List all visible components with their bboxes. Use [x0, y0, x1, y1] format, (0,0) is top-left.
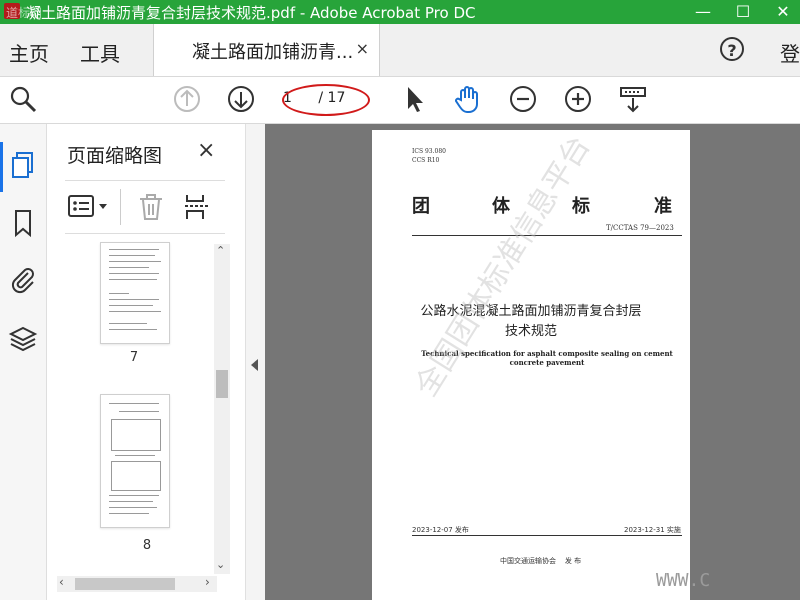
- search-zoom-icon[interactable]: [8, 84, 38, 114]
- document-title-line2: 技术规范: [504, 324, 557, 339]
- prev-page-icon[interactable]: [172, 84, 202, 114]
- main-toolbar: [0, 77, 800, 124]
- tools-menu[interactable]: 工具: [80, 38, 120, 67]
- zoom-in-icon[interactable]: [563, 84, 593, 114]
- close-tab-icon[interactable]: ×: [356, 39, 369, 58]
- heading-char-4: 准: [654, 196, 672, 217]
- extract-page-icon[interactable]: [183, 193, 211, 221]
- document-tab[interactable]: 凝土路面加铺沥青... ×: [153, 24, 380, 76]
- window-title: 凝土路面加铺沥青复合封层技术规范.pdf - Adobe Acrobat Pro…: [26, 4, 476, 22]
- scroll-down-arrow-icon[interactable]: ⌄: [216, 558, 225, 571]
- layers-icon[interactable]: [8, 324, 38, 354]
- thumbnail-toolbar: [65, 180, 225, 234]
- title-bar: 道标网 凝土路面加铺沥青复合封层技术规范.pdf - Adobe Acrobat…: [0, 0, 800, 24]
- bookmark-icon[interactable]: [8, 208, 38, 238]
- document-view[interactable]: ICS 93.080 CCS R10 团 体 标 准 T/CCTAS 79—20…: [265, 124, 800, 600]
- header-rule: [412, 235, 682, 236]
- scroll-right-arrow-icon[interactable]: ›: [205, 575, 210, 589]
- standard-code: T/CCTAS 79—2023: [606, 224, 674, 232]
- close-window-button[interactable]: ✕: [774, 3, 792, 21]
- annotation-oval: [282, 84, 370, 116]
- minimize-button[interactable]: —: [694, 3, 712, 21]
- ics-code: ICS 93.080: [412, 148, 446, 155]
- thumbnail-page-8[interactable]: [100, 394, 170, 528]
- attachment-icon[interactable]: [8, 264, 38, 294]
- thumbnail-panel: 页面缩略图 × 7 8 ⌃ ⌄ ‹ ›: [47, 124, 245, 600]
- scroll-mode-icon[interactable]: [618, 84, 648, 114]
- select-cursor-icon[interactable]: [400, 84, 430, 114]
- toolbar-divider: [120, 189, 121, 225]
- document-tab-label: 凝土路面加铺沥青...: [192, 42, 354, 63]
- publisher: 中国交通运输协会 发 布: [500, 557, 582, 565]
- left-navigation-rail: [0, 124, 47, 600]
- thumbnail-list: 7 8: [47, 236, 227, 576]
- menu-bar: 主页 工具 凝土路面加铺沥青... × ? 登: [0, 24, 800, 77]
- ccs-code: CCS R10: [412, 157, 440, 164]
- thumbnail-horizontal-scrollbar[interactable]: ‹ ›: [57, 575, 217, 592]
- thumbnail-page-7[interactable]: [100, 242, 170, 344]
- horizontal-scroll-thumb[interactable]: [75, 578, 175, 590]
- active-rail-indicator: [0, 142, 3, 192]
- page-thumbnails-icon[interactable]: [8, 150, 38, 180]
- maximize-button[interactable]: ☐: [734, 3, 752, 21]
- thumbnail-vertical-scrollbar[interactable]: ⌃ ⌄: [214, 244, 230, 574]
- scroll-left-arrow-icon[interactable]: ‹: [59, 575, 64, 589]
- heading-char-3: 标: [572, 196, 590, 217]
- hand-tool-icon[interactable]: [453, 84, 483, 114]
- vertical-scroll-thumb[interactable]: [216, 370, 228, 398]
- help-icon[interactable]: ?: [720, 37, 744, 61]
- delete-page-icon[interactable]: [137, 193, 165, 221]
- heading-char-1: 团: [412, 196, 430, 217]
- pdf-page: ICS 93.080 CCS R10 团 体 标 准 T/CCTAS 79—20…: [372, 130, 690, 600]
- implementation-date: 2023-12-31 实施: [624, 526, 681, 534]
- sign-in-button[interactable]: 登: [780, 38, 800, 67]
- home-menu[interactable]: 主页: [9, 38, 49, 67]
- thumbnail-options-icon[interactable]: [67, 193, 111, 221]
- issue-date: 2023-12-07 发布: [412, 526, 469, 534]
- document-title-line1: 公路水泥混凝土路面加铺沥青复合封层: [420, 304, 642, 319]
- collapse-panel-arrow-icon[interactable]: [250, 358, 260, 372]
- next-page-icon[interactable]: [226, 84, 256, 114]
- thumbnail-label-8: 8: [142, 538, 152, 553]
- site-watermark: WWW.C: [656, 570, 711, 591]
- panel-title: 页面缩略图: [67, 145, 163, 167]
- close-panel-icon[interactable]: ×: [197, 138, 215, 163]
- footer-rule: [412, 535, 682, 536]
- thumbnail-label-7: 7: [129, 350, 139, 365]
- panel-splitter[interactable]: [245, 124, 265, 600]
- zoom-out-icon[interactable]: [508, 84, 538, 114]
- scroll-up-arrow-icon[interactable]: ⌃: [216, 244, 225, 257]
